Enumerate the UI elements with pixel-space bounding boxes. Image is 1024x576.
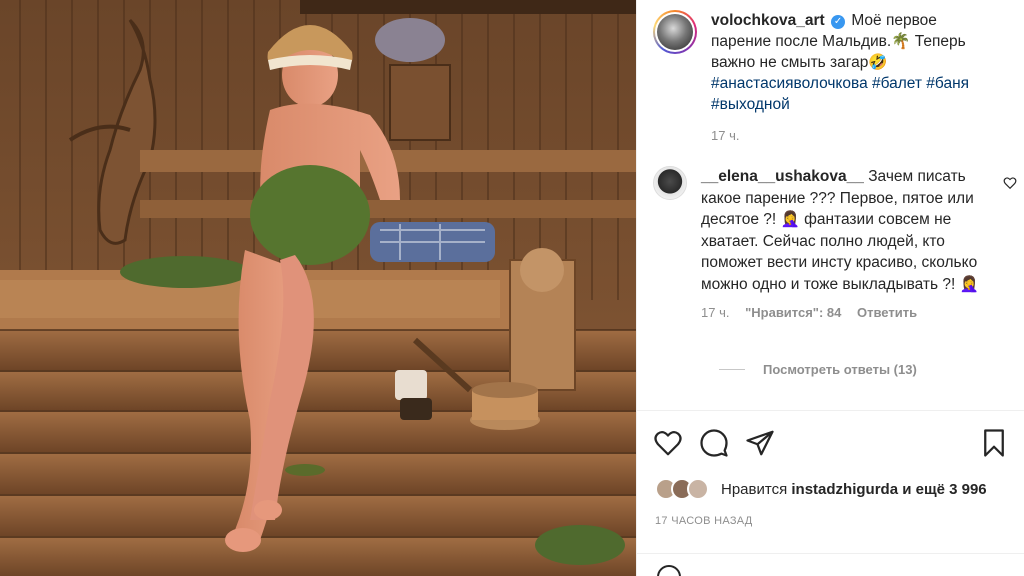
commenter-username[interactable]: __elena__ushakova__ <box>701 168 864 185</box>
liker-avatar[interactable] <box>687 478 709 500</box>
bookmark-icon[interactable] <box>979 428 1009 458</box>
comment-text: __elena__ushakova__ Зачем писать какое п… <box>701 166 979 295</box>
author-username[interactable]: volochkova_art <box>711 12 825 29</box>
comment-meta: 17 ч. "Нравится": 84 Ответить <box>701 305 979 320</box>
caption-time[interactable]: 17 ч. <box>711 125 1001 146</box>
post-photo[interactable] <box>0 0 636 576</box>
comment-body: Зачем писать какое парение ??? Первое, п… <box>701 168 979 293</box>
verified-badge-icon: ✓ <box>831 15 846 29</box>
likes-summary: Нравится instadzhigurda и ещё 3 996 <box>655 478 987 500</box>
comment-item: __elena__ushakova__ Зачем писать какое п… <box>653 166 1017 320</box>
reply-button[interactable]: Ответить <box>857 305 917 320</box>
post-actions <box>653 428 1009 462</box>
caption-hashtags[interactable]: #анастасияволочкова #балет #баня #выходн… <box>711 75 969 113</box>
comment-time[interactable]: 17 ч. <box>701 305 729 320</box>
likes-count[interactable]: и ещё 3 996 <box>902 481 986 498</box>
share-icon[interactable] <box>745 428 775 458</box>
post-details-panel: volochkova_art ✓ Моё первое парение посл… <box>636 0 1024 576</box>
caption-text: volochkova_art ✓ Моё первое парение посл… <box>711 10 1001 146</box>
section-divider <box>637 410 1024 411</box>
commenter-avatar[interactable] <box>653 166 687 200</box>
add-comment-divider <box>637 553 1024 554</box>
avatar <box>657 14 693 50</box>
heart-icon[interactable] <box>653 428 683 458</box>
post-caption: volochkova_art ✓ Моё первое парение посл… <box>653 10 1013 146</box>
likes-prefix: Нравится <box>721 480 788 498</box>
likes-user[interactable]: instadzhigurda <box>791 481 898 498</box>
view-replies-button[interactable]: Посмотреть ответы (13) <box>719 362 917 377</box>
sauna-photo-illustration <box>0 0 636 576</box>
author-avatar[interactable] <box>653 10 697 54</box>
likes-text: Нравится instadzhigurda и ещё 3 996 <box>721 481 987 498</box>
view-replies-label: Посмотреть ответы (13) <box>763 362 917 377</box>
post-timestamp[interactable]: 17 ЧАСОВ НАЗАД <box>655 515 753 527</box>
replies-divider-line <box>719 369 745 370</box>
comment-like-heart-icon[interactable] <box>1003 176 1017 190</box>
comment-likes[interactable]: "Нравится": 84 <box>745 305 841 320</box>
comment-icon[interactable] <box>699 428 729 458</box>
emoji-icon[interactable] <box>657 565 681 576</box>
